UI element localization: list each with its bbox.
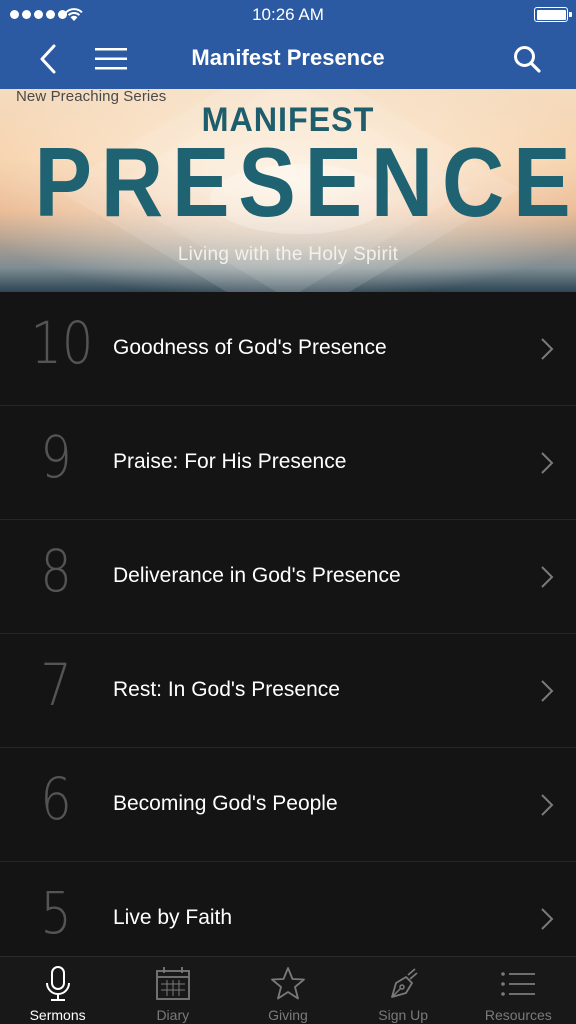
- tab-label: Sign Up: [378, 1007, 429, 1023]
- tab-diary[interactable]: Diary: [115, 957, 230, 1024]
- sermon-title: Becoming God's People: [113, 792, 338, 815]
- status-time: 10:26 AM: [252, 5, 324, 24]
- sermon-number: 10: [30, 309, 94, 377]
- tab-label: Giving: [268, 1007, 308, 1023]
- sermon-number: 8: [40, 537, 72, 605]
- tab-giving[interactable]: Giving: [230, 957, 345, 1024]
- search-icon[interactable]: [512, 44, 542, 74]
- pen-nib-icon: [391, 968, 418, 998]
- microphone-icon: [45, 966, 70, 1001]
- chevron-right-icon: [541, 908, 554, 930]
- banner-title-big: PRESENCE: [34, 127, 576, 237]
- tab-label: Sermons: [29, 1007, 86, 1023]
- tab-label: Resources: [484, 1007, 552, 1023]
- banner-subtitle: Living with the Holy Spirit: [177, 244, 399, 265]
- sermon-list: 10 Goodness of God's Presence 9 Praise: …: [0, 292, 576, 956]
- sermon-number: 9: [40, 423, 72, 491]
- status-bar: 10:26 AM: [0, 0, 576, 30]
- tab-bar: Sermons Diary Giving Sign Up Resources: [0, 956, 576, 1024]
- tab-resources[interactable]: Resources: [461, 957, 576, 1024]
- chevron-right-icon: [541, 452, 554, 474]
- sermon-title: Rest: In God's Presence: [113, 678, 340, 701]
- tab-label: Diary: [156, 1007, 190, 1023]
- sermon-number: 7: [40, 651, 72, 719]
- tab-sign-up[interactable]: Sign Up: [346, 957, 461, 1024]
- tab-sermons[interactable]: Sermons: [0, 957, 115, 1024]
- navigation-bar: Manifest Presence: [0, 30, 576, 89]
- star-icon: [271, 967, 305, 1000]
- sermon-title: Praise: For His Presence: [113, 450, 347, 473]
- chevron-right-icon: [541, 338, 554, 360]
- series-banner: New Preaching Series MANIFEST PRESENCE L…: [0, 89, 576, 292]
- sermon-number: 5: [40, 879, 72, 947]
- sermon-title: Live by Faith: [113, 906, 233, 929]
- sermon-number: 6: [40, 765, 72, 833]
- battery-icon: [534, 7, 572, 22]
- chevron-right-icon: [541, 794, 554, 816]
- sermon-title: Deliverance in God's Presence: [113, 564, 401, 587]
- page-title: Manifest Presence: [191, 45, 385, 70]
- sermon-row[interactable]: 9 Praise: For His Presence: [0, 406, 576, 520]
- sermon-row[interactable]: 5 Live by Faith: [0, 862, 576, 956]
- sermon-title: Goodness of God's Presence: [113, 336, 387, 359]
- sermon-row[interactable]: 7 Rest: In God's Presence: [0, 634, 576, 748]
- sermon-row[interactable]: 10 Goodness of God's Presence: [0, 292, 576, 406]
- chevron-right-icon: [541, 566, 554, 588]
- calendar-icon: [155, 967, 190, 1000]
- list-icon: [501, 972, 536, 996]
- sermon-row[interactable]: 6 Becoming God's People: [0, 748, 576, 862]
- sermon-row[interactable]: 8 Deliverance in God's Presence: [0, 520, 576, 634]
- chevron-right-icon: [541, 680, 554, 702]
